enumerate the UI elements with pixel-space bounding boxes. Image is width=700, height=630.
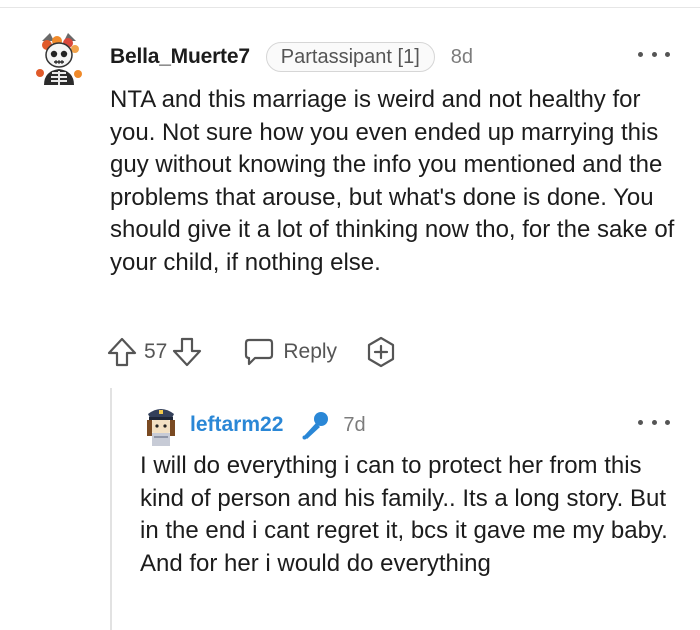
comment-author[interactable]: Bella_Muerte7 [110, 45, 250, 69]
award-button[interactable] [365, 335, 397, 369]
avatar-icon[interactable] [140, 402, 182, 446]
thread-line[interactable] [110, 388, 112, 630]
downvote-button[interactable] [171, 335, 203, 369]
more-dots-icon [638, 51, 643, 57]
speech-bubble-icon [245, 338, 274, 366]
arrow-up-icon [107, 337, 137, 367]
reply-body: I will do everything i can to protect he… [140, 452, 668, 577]
reply-author[interactable]: leftarm22 [190, 413, 283, 437]
reply-label: Reply [283, 340, 338, 363]
comment-body: NTA and this marriage is weird and not h… [110, 86, 675, 276]
comment-timestamp: 8d [450, 45, 474, 68]
more-options-button[interactable] [638, 412, 670, 432]
reply-timestamp: 7d [343, 413, 366, 436]
reply-button[interactable]: Reply [243, 337, 337, 367]
vote-count: 57 [144, 340, 168, 363]
top-divider [0, 7, 700, 8]
arrow-down-icon [173, 337, 202, 367]
user-flair: Partassipant [1] [265, 42, 435, 72]
plus-hexagon-icon [367, 336, 395, 368]
comment-actions: 57 Reply [106, 330, 397, 374]
microphone-icon [302, 412, 329, 440]
avatar-icon[interactable] [30, 27, 88, 85]
upvote-button[interactable] [106, 335, 138, 369]
more-options-button[interactable] [638, 44, 670, 64]
more-dots-icon [638, 419, 643, 425]
